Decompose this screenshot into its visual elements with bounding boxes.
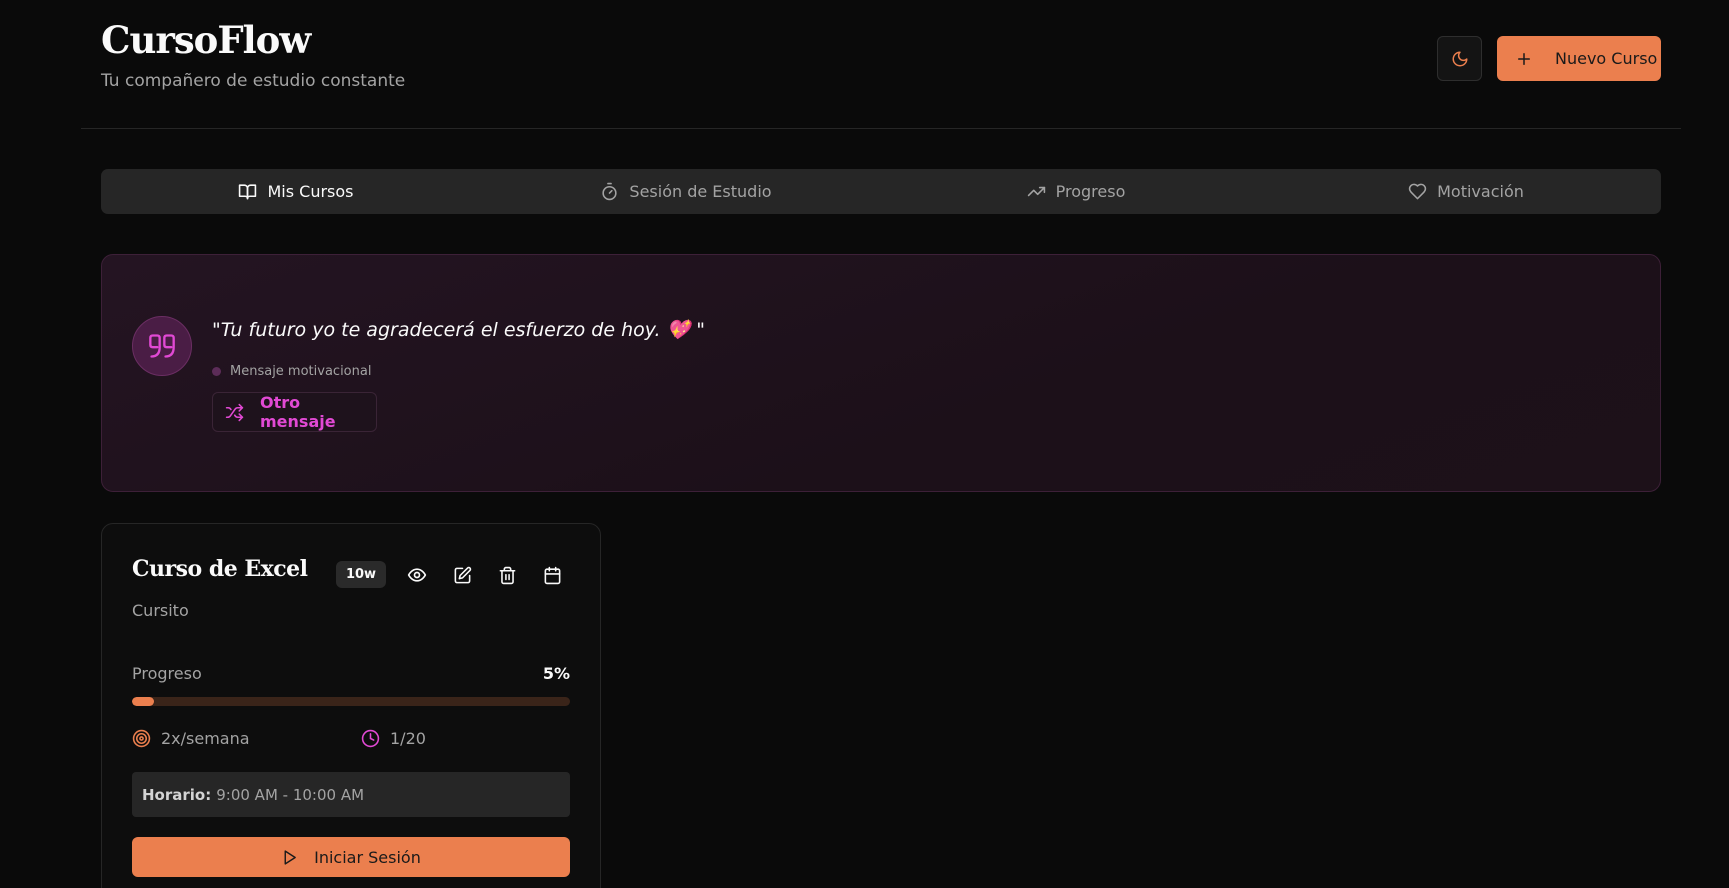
start-session-button[interactable]: Iniciar Sesión	[132, 837, 570, 877]
new-course-label: Nuevo Curso	[1555, 49, 1658, 68]
frequency-stat: 2x/semana	[132, 729, 250, 748]
clock-icon	[361, 729, 380, 748]
tab-label: Motivación	[1437, 182, 1524, 201]
status-dot	[212, 367, 221, 376]
moon-icon	[1451, 50, 1469, 68]
schedule-course-button[interactable]	[539, 562, 565, 588]
schedule-label: Horario:	[142, 785, 212, 804]
tab-label: Mis Cursos	[267, 182, 354, 201]
app-title: CursoFlow	[101, 18, 311, 62]
new-course-button[interactable]: Nuevo Curso	[1497, 36, 1661, 81]
app-subtitle: Tu compañero de estudio constante	[101, 71, 406, 91]
plus-icon	[1515, 50, 1533, 68]
other-message-button[interactable]: Otro mensaje	[212, 392, 377, 432]
progress-percent: 5%	[542, 664, 570, 683]
tab-sesion-de-estudio[interactable]: Sesión de Estudio	[491, 169, 881, 214]
course-title: Curso de Excel	[132, 556, 308, 582]
heart-icon	[1408, 182, 1427, 201]
tab-motivacion[interactable]: Motivación	[1271, 169, 1661, 214]
trending-up-icon	[1027, 182, 1046, 201]
tab-label: Sesión de Estudio	[629, 182, 772, 201]
motivation-quote: "Tu futuro yo te agradecerá el esfuerzo …	[212, 319, 706, 341]
progress-label: Progreso	[132, 664, 202, 683]
course-description: Cursito	[132, 601, 189, 620]
theme-toggle-button[interactable]	[1437, 36, 1482, 81]
other-message-label: Otro mensaje	[260, 393, 336, 431]
sessions-value: 1/20	[390, 729, 426, 748]
tab-progreso[interactable]: Progreso	[881, 169, 1271, 214]
motivation-card: "Tu futuro yo te agradecerá el esfuerzo …	[101, 254, 1661, 492]
progress-bar	[132, 697, 570, 706]
sessions-stat: 1/20	[361, 729, 426, 748]
app-header: CursoFlow Tu compañero de estudio consta…	[81, 0, 1681, 129]
course-card: Curso de Excel 10w Cursito Progreso 5% 2…	[101, 523, 601, 888]
quote-icon	[132, 316, 192, 376]
shuffle-icon	[225, 403, 244, 422]
course-schedule: Horario: 9:00 AM - 10:00 AM	[132, 772, 570, 817]
play-icon	[281, 849, 298, 866]
calendar-icon	[543, 566, 562, 585]
tab-mis-cursos[interactable]: Mis Cursos	[101, 169, 491, 214]
progress-bar-fill	[132, 697, 154, 706]
course-duration-badge: 10w	[336, 561, 386, 588]
delete-course-button[interactable]	[494, 562, 520, 588]
trash-icon	[498, 566, 517, 585]
view-course-button[interactable]	[404, 562, 430, 588]
motivation-meta-label: Mensaje motivacional	[230, 364, 372, 379]
motivation-meta: Mensaje motivacional	[212, 364, 371, 379]
schedule-value: 9:00 AM - 10:00 AM	[216, 785, 365, 804]
eye-icon	[407, 565, 427, 585]
frequency-value: 2x/semana	[161, 729, 250, 748]
edit-course-button[interactable]	[449, 562, 475, 588]
timer-icon	[600, 182, 619, 201]
edit-icon	[453, 566, 472, 585]
main-tabs: Mis Cursos Sesión de Estudio Progreso Mo…	[101, 169, 1661, 214]
target-icon	[132, 729, 151, 748]
tab-label: Progreso	[1055, 182, 1126, 201]
start-session-label: Iniciar Sesión	[314, 847, 421, 867]
book-open-icon	[238, 182, 257, 201]
